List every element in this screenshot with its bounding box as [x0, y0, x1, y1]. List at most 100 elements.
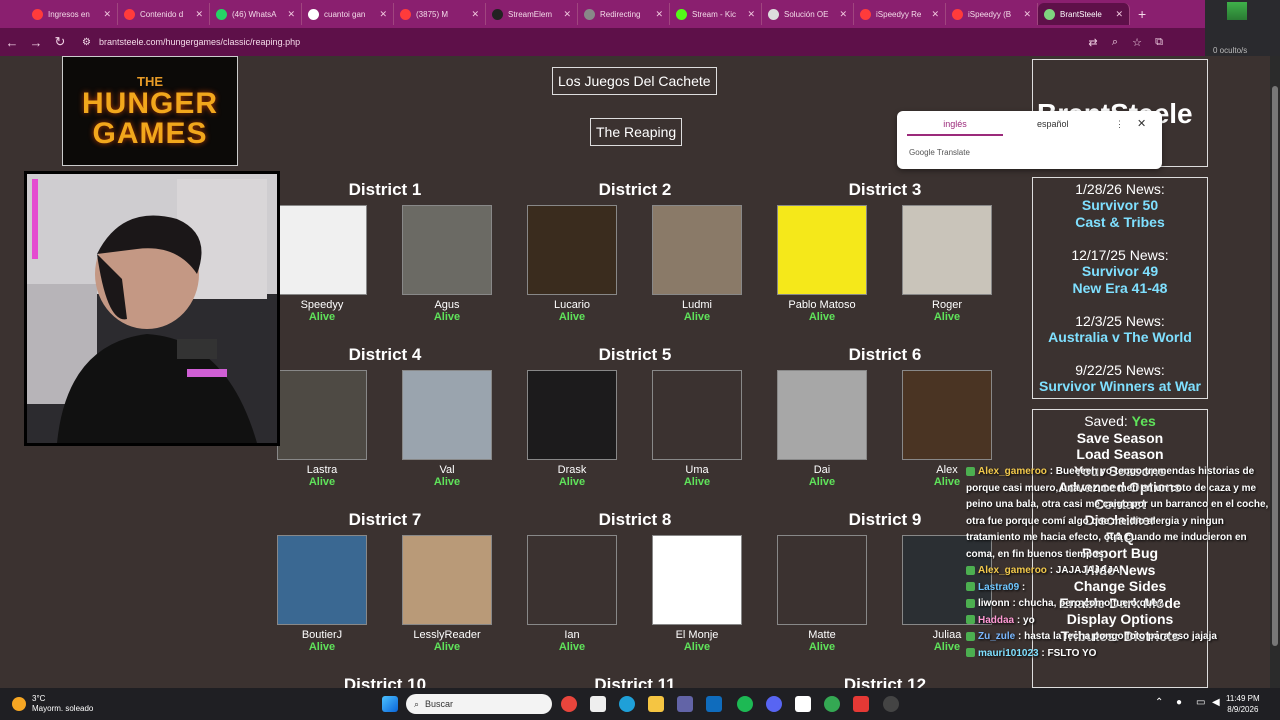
lang-target-tab[interactable]: español	[1037, 119, 1069, 129]
tab-close-icon[interactable]: ✕	[747, 9, 755, 20]
recorder-icon[interactable]	[853, 696, 869, 712]
chrome-icon[interactable]	[561, 696, 577, 712]
zoom-icon[interactable]: ⌕	[1104, 36, 1126, 49]
browser-tab[interactable]: (46) WhatsA ✕	[210, 3, 302, 25]
chat-username[interactable]: Lastra09	[978, 582, 1019, 593]
chrome-profile-icon[interactable]	[824, 696, 840, 712]
tribute-name: Ludmi	[682, 299, 712, 311]
news-link[interactable]: Cast & Tribes	[1033, 214, 1207, 231]
chat-text: : Bueeeeh yo tengo tremendas historias d…	[966, 466, 1269, 560]
capcut-icon[interactable]	[795, 696, 811, 712]
teams-icon[interactable]	[677, 696, 693, 712]
tab-close-icon[interactable]: ✕	[931, 9, 939, 20]
url-field[interactable]: ⚙ brantsteele.com/hungergames/classic/re…	[82, 31, 1082, 53]
tab-close-icon[interactable]: ✕	[655, 9, 663, 20]
sidebar-option-link[interactable]: Save Season	[1033, 430, 1207, 447]
tribute-status: Alive	[808, 476, 836, 488]
tab-close-icon[interactable]: ✕	[195, 9, 203, 20]
tribute-name: Lastra	[306, 464, 338, 476]
tribute-photo	[277, 205, 367, 295]
discord-icon[interactable]	[766, 696, 782, 712]
news-link[interactable]: Survivor Winners at War	[1033, 378, 1207, 395]
tab-close-icon[interactable]: ✕	[379, 9, 387, 20]
back-icon[interactable]: ←	[0, 35, 24, 50]
system-clock[interactable]: 11:49 PM 8/9/2026	[1226, 693, 1260, 715]
edge-icon[interactable]	[619, 696, 635, 712]
store-icon[interactable]	[590, 696, 606, 712]
obs-icon[interactable]	[883, 696, 899, 712]
windows-start-icon[interactable]	[382, 696, 398, 712]
news-date: 12/17/25 News:	[1071, 247, 1169, 263]
forward-icon[interactable]: →	[24, 35, 48, 50]
browser-tab[interactable]: Redirecting ✕	[578, 3, 670, 25]
chat-username[interactable]: liwonn	[978, 598, 1010, 609]
tribute-status: Alive	[683, 641, 711, 653]
browser-tab[interactable]: BrantSteele ✕	[1038, 3, 1130, 25]
scrollbar-thumb[interactable]	[1272, 86, 1278, 646]
translate-icon[interactable]: ⇄	[1082, 36, 1104, 49]
season-title[interactable]: Los Juegos Del Cachete	[552, 67, 717, 95]
page-scrollbar[interactable]	[1270, 56, 1280, 688]
browser-tab[interactable]: cuantoi gan ✕	[302, 3, 394, 25]
audio-meter	[1227, 2, 1247, 20]
browser-tab[interactable]: Solución OE ✕	[762, 3, 854, 25]
reload-icon[interactable]: ↻	[48, 34, 72, 50]
chat-username[interactable]: mauri101023	[978, 648, 1039, 659]
new-tab-icon[interactable]: +	[1138, 6, 1146, 22]
browser-tab[interactable]: Ingresos en ✕	[26, 3, 118, 25]
browser-tab[interactable]: Contenido d ✕	[118, 3, 210, 25]
weather-desc: Mayorm. soleado	[32, 704, 94, 713]
tab-close-icon[interactable]: ✕	[287, 9, 295, 20]
tribute-photo	[777, 205, 867, 295]
lang-source-tab[interactable]: inglés	[907, 119, 1003, 136]
reaping-title[interactable]: The Reaping	[590, 118, 683, 146]
tribute-name: Drask	[557, 464, 587, 476]
taskbar-search[interactable]: ⌕ Buscar	[406, 694, 552, 714]
district-title: District 1	[348, 180, 422, 199]
district-title: District 11	[594, 675, 676, 688]
spotify-icon[interactable]	[737, 696, 753, 712]
tab-close-icon[interactable]: ✕	[839, 9, 847, 20]
network-icon[interactable]: ▭	[1196, 697, 1205, 708]
mail-icon[interactable]	[706, 696, 722, 712]
extensions-icon[interactable]: ⧉	[1148, 36, 1170, 49]
chat-username[interactable]: Alex_gameroo	[978, 565, 1047, 576]
tab-close-icon[interactable]: ✕	[563, 9, 571, 20]
tab-favicon-icon	[400, 8, 411, 20]
webcam-overlay	[24, 171, 280, 446]
tab-close-icon[interactable]: ✕	[1115, 9, 1123, 20]
windows-taskbar: 3°C Mayorm. soleado ⌕ Buscar ⌃ ● ▭ ◀ 11:…	[0, 688, 1280, 720]
browser-tab[interactable]: Stream - Kic ✕	[670, 3, 762, 25]
news-link[interactable]: Survivor 50	[1033, 197, 1207, 214]
file-explorer-icon[interactable]	[648, 696, 664, 712]
tab-close-icon[interactable]: ✕	[1023, 9, 1031, 20]
browser-tab[interactable]: iSpeedyy (B ✕	[946, 3, 1038, 25]
chat-username[interactable]: Alex_gameroo	[978, 466, 1047, 477]
weather-widget[interactable]: 3°C Mayorm. soleado	[12, 694, 93, 714]
tab-close-icon[interactable]: ✕	[103, 9, 111, 20]
sidebar-option-link[interactable]: Load Season	[1033, 446, 1207, 463]
news-link[interactable]: New Era 41-48	[1033, 280, 1207, 297]
news-link[interactable]: Survivor 49	[1033, 263, 1207, 280]
more-options-icon[interactable]: ⋮	[1115, 119, 1124, 130]
browser-tab[interactable]: StreamElem ✕	[486, 3, 578, 25]
tab-close-icon[interactable]: ✕	[471, 9, 479, 20]
tribute-status: Alive	[433, 476, 461, 488]
browser-tab[interactable]: iSpeedyy Re ✕	[854, 3, 946, 25]
tribute-name: Ian	[564, 629, 580, 641]
tray-chevron-icon[interactable]: ⌃	[1155, 697, 1163, 708]
tab-favicon-icon	[1044, 8, 1055, 20]
tribute-photo	[902, 370, 992, 460]
chat-username[interactable]: Zu_zule	[978, 631, 1015, 642]
close-icon[interactable]: ✕	[1137, 117, 1146, 130]
tribute-photo	[902, 205, 992, 295]
address-bar: ← → ↻ ⚙ brantsteele.com/hungergames/clas…	[0, 28, 1205, 56]
chat-username[interactable]: Haddaa	[978, 615, 1014, 626]
browser-tab[interactable]: (3875) M ✕	[394, 3, 486, 25]
volume-icon[interactable]: ◀	[1212, 697, 1220, 708]
microphone-icon[interactable]: ●	[1176, 697, 1182, 708]
tribute-card: BoutierJ Alive	[276, 535, 368, 653]
site-info-icon[interactable]: ⚙	[82, 37, 91, 48]
news-link[interactable]: Australia v The World	[1033, 329, 1207, 346]
bookmark-star-icon[interactable]: ☆	[1126, 36, 1148, 49]
